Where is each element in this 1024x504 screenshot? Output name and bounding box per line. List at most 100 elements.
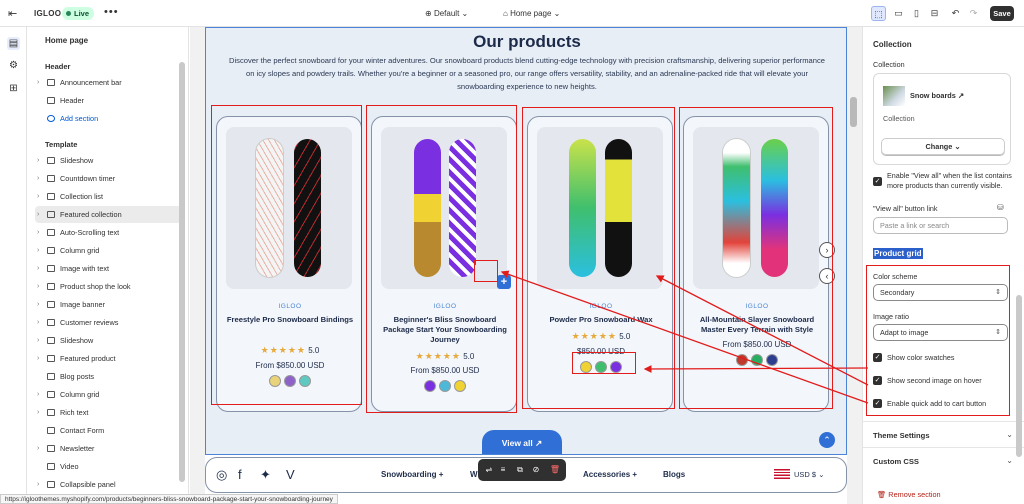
desktop-view-icon[interactable]: ▭ xyxy=(891,6,906,21)
sidebar-item-auto-scrolling-text[interactable]: › Auto-Scrolling text xyxy=(35,224,181,241)
section-icon xyxy=(47,193,55,200)
status-url: https://igloothemes.myshopify.com/produc… xyxy=(0,494,338,504)
trash-icon[interactable]: 🗑 xyxy=(549,464,561,476)
exit-icon[interactable]: ⇤ xyxy=(8,7,20,20)
arrow-up-right-icon: ↗ xyxy=(535,438,543,448)
sidebar-item-countdown-timer[interactable]: › Countdown timer xyxy=(35,170,181,187)
vimeo-icon[interactable]: V xyxy=(286,467,295,482)
sidebar-item-product-shop-the-look[interactable]: › Product shop the look xyxy=(35,278,181,295)
chevron-right-icon: › xyxy=(37,283,40,290)
currency-selector[interactable]: USD $ ⌄ xyxy=(774,469,824,479)
sidebar-item-contact-form[interactable]: Contact Form xyxy=(35,422,181,439)
view-all-button[interactable]: View all ↗ xyxy=(482,430,562,454)
section-icon xyxy=(47,175,55,182)
section-icon xyxy=(47,409,55,416)
sidebar-item-newsletter[interactable]: › Newsletter xyxy=(35,440,181,457)
sidebar-item-collapsible-panel[interactable]: › Collapsible panel xyxy=(35,476,181,493)
remove-section-button[interactable]: 🗑 Remove section xyxy=(877,490,941,499)
hide-icon[interactable]: ⊘ xyxy=(530,464,542,476)
duplicate-icon[interactable]: ⧉ xyxy=(514,464,526,476)
trash-icon: 🗑 xyxy=(877,490,889,499)
annotation-box xyxy=(474,260,498,282)
fullscreen-icon[interactable]: ⊟ xyxy=(927,6,942,21)
footer-nav-blogs[interactable]: Blogs xyxy=(663,470,685,479)
sidebar-item-image-banner[interactable]: › Image banner xyxy=(35,296,181,313)
footer-nav-accessories[interactable]: Accessories + xyxy=(583,470,637,479)
footer-nav-snowboarding[interactable]: Snowboarding + xyxy=(381,470,443,479)
sidebar-item-announcement-bar[interactable]: › Announcement bar xyxy=(35,74,181,91)
undo-icon[interactable]: ↶ xyxy=(948,6,963,21)
chevron-down-icon: ⌄ xyxy=(553,9,561,18)
sidebar-item-collection-list[interactable]: › Collection list xyxy=(35,188,181,205)
sections-icon[interactable]: ▤ xyxy=(7,37,20,50)
chevron-down-icon: ⌄ xyxy=(954,142,961,151)
canvas-scrollbar[interactable] xyxy=(850,97,857,127)
chevron-down-icon: ⌄ xyxy=(1006,430,1013,439)
footer-nav-partial[interactable]: W xyxy=(470,470,478,479)
sidebar-scrollbar[interactable] xyxy=(179,62,185,482)
move-icon[interactable]: ≡ xyxy=(497,464,509,476)
section-icon xyxy=(47,229,55,236)
chevron-right-icon: › xyxy=(37,481,40,488)
sidebar-item-blog-posts[interactable]: Blog posts xyxy=(35,368,181,385)
save-button[interactable]: Save xyxy=(990,6,1014,21)
chevron-down-icon: ⌄ xyxy=(818,470,825,479)
chevron-right-icon: › xyxy=(37,247,40,254)
chevron-right-icon: › xyxy=(37,319,40,326)
instagram-icon[interactable]: ◎ xyxy=(216,467,227,483)
template-group-title: Template xyxy=(45,140,78,149)
sidebar-item-slideshow[interactable]: › Slideshow xyxy=(35,152,181,169)
chevron-down-icon: ⌄ xyxy=(461,9,469,18)
sidebar-item-customer-reviews[interactable]: › Customer reviews xyxy=(35,314,181,331)
more-actions-button[interactable]: ••• xyxy=(104,6,119,18)
section-icon xyxy=(47,463,55,470)
chevron-right-icon: › xyxy=(37,79,40,86)
settings-gear-icon[interactable]: ⚙ xyxy=(7,59,20,72)
sidebar-item-featured-collection[interactable]: › Featured collection xyxy=(35,206,181,223)
view-all-link-label: "View all" button link xyxy=(873,204,938,213)
chevron-right-icon: › xyxy=(37,445,40,452)
chevron-right-icon: › xyxy=(37,355,40,362)
twitter-icon[interactable]: ✦ xyxy=(260,467,271,483)
sidebar-item-column-grid[interactable]: › Column grid xyxy=(35,242,181,259)
annotation-box xyxy=(572,352,636,374)
section-icon xyxy=(47,481,55,488)
sidebar-item-slideshow-2[interactable]: › Slideshow xyxy=(35,332,181,349)
sidebar-item-image-with-text[interactable]: › Image with text xyxy=(35,260,181,277)
chevron-right-icon: › xyxy=(37,157,40,164)
apps-icon[interactable]: ⊞ xyxy=(7,82,20,95)
database-icon[interactable]: ⛁ xyxy=(997,203,1004,212)
theme-settings-accordion[interactable]: Theme Settings ⌄ xyxy=(863,421,1024,447)
scroll-up-icon[interactable]: ⌃ xyxy=(819,432,835,448)
mobile-view-icon[interactable]: ▯ xyxy=(909,6,924,21)
sidebar-item-column-grid-2[interactable]: › Column grid xyxy=(35,386,181,403)
section-icon xyxy=(47,265,55,272)
section-icon xyxy=(47,157,55,164)
left-rail: ▤ ⚙ ⊞ xyxy=(0,27,27,504)
view-all-link-input[interactable]: Paste a link or search xyxy=(873,217,1008,234)
sidebar-item-video[interactable]: Video xyxy=(35,458,181,475)
panel-scrollbar[interactable] xyxy=(1016,295,1022,457)
facebook-icon[interactable]: f xyxy=(238,467,242,482)
custom-css-accordion[interactable]: Custom CSS ⌄ xyxy=(863,447,1024,473)
annotation-box xyxy=(211,105,362,405)
live-dot-icon xyxy=(66,11,71,16)
add-section-button[interactable]: Add section xyxy=(35,110,181,127)
theme-selector[interactable]: ⊕ Default ⌄ xyxy=(425,9,468,18)
section-toolbar: ⇌ ≡ ⧉ ⊘ 🗑 xyxy=(478,459,566,481)
sidebar-item-header[interactable]: Header xyxy=(35,92,181,109)
chevron-right-icon: › xyxy=(37,175,40,182)
sidebar-item-featured-product[interactable]: › Featured product xyxy=(35,350,181,367)
drag-icon[interactable]: ⇌ xyxy=(483,464,495,476)
section-icon xyxy=(47,283,55,290)
change-collection-button[interactable]: Change ⌄ xyxy=(881,138,1005,155)
collection-name[interactable]: Snow boards ↗ xyxy=(910,91,964,100)
chevron-right-icon: › xyxy=(37,265,40,272)
inspector-icon[interactable]: ⬚ xyxy=(871,6,886,21)
page-selector[interactable]: ⌂ Home page ⌄ xyxy=(503,9,560,18)
section-icon xyxy=(47,445,55,452)
redo-icon[interactable]: ↷ xyxy=(966,6,981,21)
view-all-checkbox[interactable]: ✓ xyxy=(873,177,882,186)
sidebar-item-rich-text[interactable]: › Rich text xyxy=(35,404,181,421)
section-icon xyxy=(47,79,55,86)
